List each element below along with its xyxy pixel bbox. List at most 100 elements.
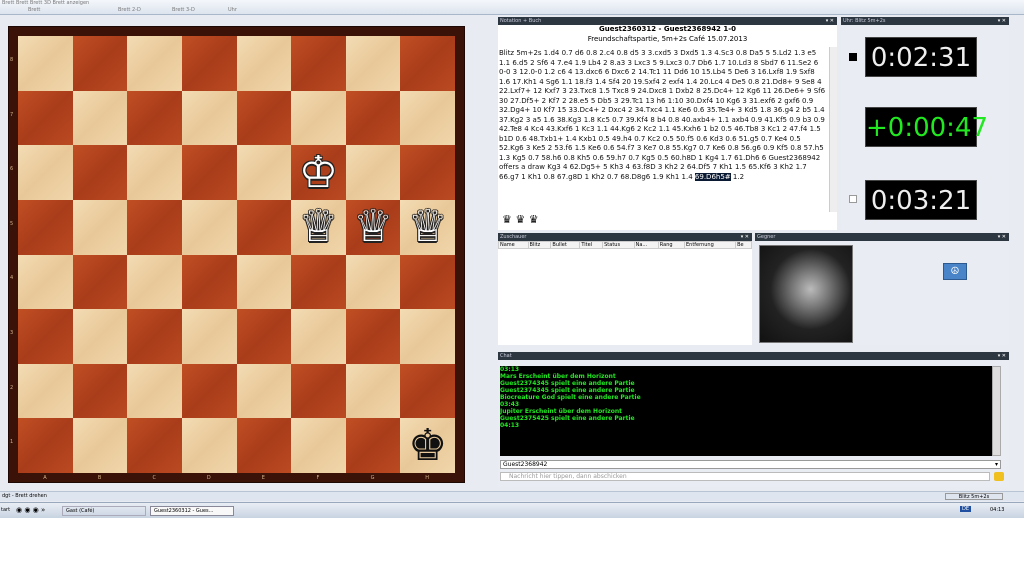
panel-close-icon[interactable]: ▾ ✕: [826, 17, 834, 25]
square-e1[interactable]: [236, 418, 292, 473]
watchers-column-header[interactable]: Name: [498, 241, 529, 249]
square-d5[interactable]: [181, 199, 237, 255]
square-d3[interactable]: [181, 309, 237, 364]
chat-input[interactable]: Nachricht hier tippen, dann abschicken: [500, 472, 990, 481]
last-move[interactable]: 69.D6h5#: [694, 172, 731, 181]
square-f5[interactable]: ♕: [291, 199, 346, 255]
watchers-column-header[interactable]: Bullet: [550, 241, 581, 249]
square-a7[interactable]: [18, 90, 73, 146]
square-e5[interactable]: [236, 199, 292, 255]
square-f8[interactable]: [291, 36, 346, 91]
square-h5[interactable]: ♕: [400, 199, 455, 255]
square-f1[interactable]: [291, 418, 346, 473]
send-icon[interactable]: [994, 472, 1004, 481]
square-h7[interactable]: [400, 90, 455, 146]
square-c5[interactable]: [127, 199, 182, 255]
square-h2[interactable]: [400, 363, 455, 419]
square-d6[interactable]: [181, 145, 237, 200]
square-e2[interactable]: [236, 363, 292, 419]
square-b2[interactable]: [72, 363, 128, 419]
ribbon-group-brett[interactable]: Brett: [28, 7, 40, 13]
square-g4[interactable]: [345, 254, 401, 310]
square-e8[interactable]: [236, 36, 292, 91]
square-c1[interactable]: [127, 418, 182, 473]
square-e7[interactable]: [236, 90, 292, 146]
square-e6[interactable]: [236, 145, 292, 200]
square-c4[interactable]: [127, 254, 182, 310]
square-c2[interactable]: [127, 363, 182, 419]
square-h3[interactable]: [400, 309, 455, 364]
white-piece-f5[interactable]: ♕: [291, 200, 346, 255]
square-f3[interactable]: [291, 309, 346, 364]
square-g1[interactable]: [345, 418, 401, 473]
ribbon-group-uhr[interactable]: Uhr: [228, 7, 237, 13]
square-d8[interactable]: [181, 36, 237, 91]
square-b4[interactable]: [72, 254, 128, 310]
square-a4[interactable]: [18, 254, 73, 310]
square-a2[interactable]: [18, 363, 73, 419]
square-h8[interactable]: [400, 36, 455, 91]
square-b1[interactable]: [72, 418, 128, 473]
white-piece-g5[interactable]: ♕: [346, 200, 401, 255]
watchers-column-header[interactable]: Be: [735, 241, 752, 249]
square-f6[interactable]: ♔: [291, 145, 346, 200]
square-c8[interactable]: [127, 36, 182, 91]
panel-close-icon[interactable]: ▾ ✕: [998, 233, 1006, 241]
black-piece-h1[interactable]: ♚: [400, 418, 455, 473]
square-a3[interactable]: [18, 309, 73, 364]
start-button[interactable]: tart: [1, 507, 10, 513]
ribbon-group-brett-3d[interactable]: Brett 3-D: [172, 7, 195, 13]
square-a5[interactable]: [18, 199, 73, 255]
square-g8[interactable]: [345, 36, 401, 91]
square-g7[interactable]: [345, 90, 401, 146]
move-list-scrollbar[interactable]: [829, 47, 837, 212]
square-b3[interactable]: [72, 309, 128, 364]
square-b7[interactable]: [72, 90, 128, 146]
square-h4[interactable]: [400, 254, 455, 310]
watchers-column-header[interactable]: Na...: [633, 241, 659, 249]
watchers-column-header[interactable]: Blitz: [527, 241, 552, 249]
chat-recipient-select[interactable]: Guest2368942 ▾: [500, 460, 1001, 469]
square-g5[interactable]: ♕: [345, 199, 401, 255]
square-c3[interactable]: [127, 309, 182, 364]
taskbar-item-game[interactable]: Guest2360312 - Gues...: [150, 506, 234, 516]
square-g6[interactable]: [345, 145, 401, 200]
watchers-column-header[interactable]: Rang: [657, 241, 685, 249]
square-a6[interactable]: [18, 145, 73, 200]
square-f4[interactable]: [291, 254, 346, 310]
square-g2[interactable]: [345, 363, 401, 419]
square-c6[interactable]: [127, 145, 182, 200]
square-d7[interactable]: [181, 90, 237, 146]
square-f7[interactable]: [291, 90, 346, 146]
square-f2[interactable]: [291, 363, 346, 419]
square-b8[interactable]: [72, 36, 128, 91]
panel-close-icon[interactable]: ▾ ✕: [998, 352, 1006, 360]
chat-messages[interactable]: 03:13 Mars Erscheint über dem Horizont Gue…: [500, 366, 1000, 456]
white-piece-h5[interactable]: ♕: [400, 200, 455, 255]
ribbon-group-brett-2d[interactable]: Brett 2-D: [118, 7, 141, 13]
watchers-column-header[interactable]: Status: [602, 241, 635, 249]
quicklaunch-icons[interactable]: ◉ ◉ ◉ »: [16, 506, 45, 514]
square-a8[interactable]: [18, 36, 73, 91]
language-indicator[interactable]: DE: [960, 506, 972, 512]
square-b5[interactable]: [72, 199, 128, 255]
square-e4[interactable]: [236, 254, 292, 310]
square-h1[interactable]: ♚: [400, 418, 455, 473]
square-d1[interactable]: [181, 418, 237, 473]
panel-close-icon[interactable]: ▾ ✕: [741, 233, 749, 241]
square-c7[interactable]: [127, 90, 182, 146]
square-g3[interactable]: [345, 309, 401, 364]
watchers-column-header[interactable]: Entfernung: [683, 241, 737, 249]
taskbar-item-cafe[interactable]: Gast (Café): [62, 506, 146, 516]
watchers-column-header[interactable]: Titel: [579, 241, 604, 249]
square-d4[interactable]: [181, 254, 237, 310]
square-h6[interactable]: [400, 145, 455, 200]
move-list[interactable]: Blitz 5m+2s 1.d4 0.7 d6 0.8 2.c4 0.8 d5 …: [499, 49, 826, 234]
square-a1[interactable]: [18, 418, 73, 473]
white-piece-f6[interactable]: ♔: [291, 145, 346, 200]
panel-close-icon[interactable]: ▾ ✕: [998, 17, 1006, 25]
chat-scrollbar[interactable]: [992, 366, 1001, 456]
square-b6[interactable]: [72, 145, 128, 200]
square-e3[interactable]: [236, 309, 292, 364]
square-d2[interactable]: [181, 363, 237, 419]
